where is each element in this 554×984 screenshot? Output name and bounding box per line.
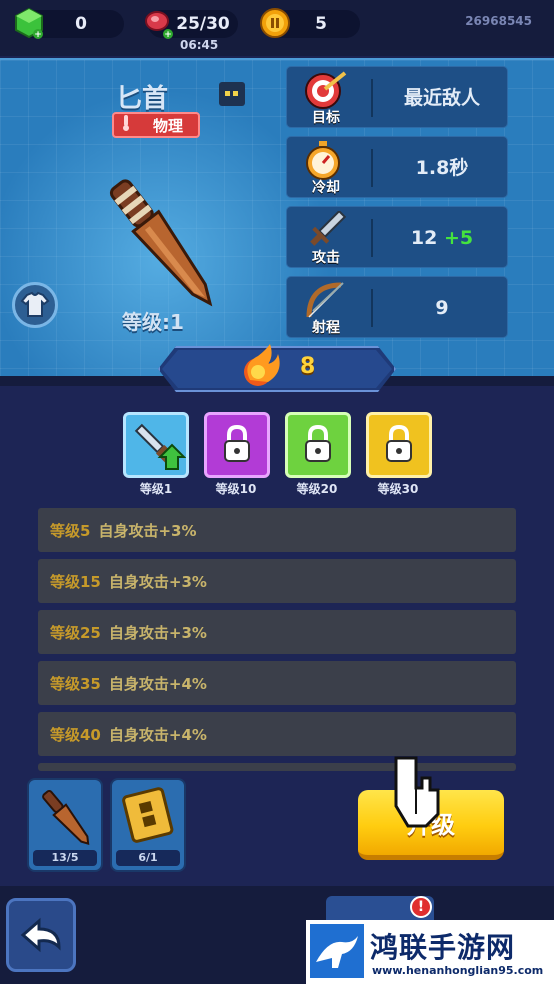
weapon-level: 等级:1 xyxy=(122,310,184,334)
perk-level: 等级5 xyxy=(50,521,91,540)
skin-button[interactable] xyxy=(12,282,58,328)
stat-range: 射程 9 xyxy=(286,276,508,338)
stat-divider xyxy=(371,219,373,257)
stopwatch-icon xyxy=(306,141,340,180)
perk-text: 自身攻击+3% xyxy=(98,521,197,540)
lock-icon xyxy=(386,424,412,462)
scroll-icon xyxy=(122,787,174,843)
perk-level: 等级40 xyxy=(50,725,101,744)
stat-label: 冷却 xyxy=(312,180,340,196)
sword-icon xyxy=(310,211,347,246)
damage-type-label: 物理 xyxy=(152,116,183,135)
attack-bonus: +5 xyxy=(443,227,474,249)
meat-plus-icon: + xyxy=(145,11,173,40)
thermometer-icon xyxy=(114,114,138,136)
stat-divider xyxy=(371,149,373,187)
coin-icon xyxy=(260,8,290,38)
perk-row: 等级40 自身攻击+4% xyxy=(38,712,516,756)
stat-target: 目标 最近敌人 xyxy=(286,66,508,128)
stat-divider xyxy=(371,289,373,327)
dagger-icon xyxy=(109,179,213,307)
user-id: 26968545 xyxy=(465,14,532,28)
stat-divider xyxy=(371,79,373,117)
perk-text: 自身攻击+4% xyxy=(108,725,207,744)
more-info-icon[interactable] xyxy=(219,82,245,106)
skill-slot-10[interactable] xyxy=(204,412,270,478)
energy-counter[interactable]: + 25/30 xyxy=(145,10,238,40)
top-status-bar: + 0 + 25/30 06:45 5 26968545 xyxy=(0,0,554,56)
perk-text: 自身攻击+3% xyxy=(108,623,207,642)
weapon-card-dagger[interactable]: 13/5 xyxy=(27,778,103,872)
back-button[interactable] xyxy=(6,898,76,972)
stat-label: 攻击 xyxy=(312,250,340,266)
perk-text: 自身攻击+4% xyxy=(108,674,207,693)
perk-level: 等级15 xyxy=(50,572,101,591)
stat-attack: 攻击 12 +5 xyxy=(286,206,508,268)
stat-value: 9 xyxy=(435,297,449,319)
gem-plus-icon: + xyxy=(15,7,43,40)
stat-label: 目标 xyxy=(312,110,340,126)
perk-level: 等级35 xyxy=(50,674,101,693)
perk-row: 等级5 自身攻击+3% xyxy=(38,508,516,552)
skill-20-label: 等级20 xyxy=(296,482,338,496)
coin-counter[interactable]: 5 xyxy=(260,8,360,38)
dagger-skill-icon xyxy=(134,423,187,470)
watermark: 鸿联手游网 www.henanhonglian95.com xyxy=(306,920,554,984)
stat-label: 射程 xyxy=(312,320,340,336)
bow-icon xyxy=(306,282,344,318)
svg-text:+: + xyxy=(34,30,42,40)
perk-row: 等级25 自身攻击+3% xyxy=(38,610,516,654)
skill-30-label: 等级30 xyxy=(377,482,419,496)
stat-value: 12 +5 xyxy=(377,207,507,269)
perk-row: 等级15 自身攻击+3% xyxy=(38,559,516,603)
energy-timer: 06:45 xyxy=(180,38,219,52)
stat-value: 1.8秒 xyxy=(415,157,469,179)
stats-list: 目标 最近敌人 冷却 1.8秒 攻击 12 +5 射程 9 xyxy=(286,66,508,346)
attack-base: 12 xyxy=(410,227,438,249)
damage-type-tag: 物理 xyxy=(112,112,200,138)
skill-10-label: 等级10 xyxy=(215,482,257,496)
stat-value: 最近敌人 xyxy=(403,87,480,109)
target-icon xyxy=(305,71,347,109)
back-arrow-icon xyxy=(20,917,61,953)
shirt-icon xyxy=(20,291,50,317)
card-count: 13/5 xyxy=(33,850,97,866)
perk-level: 等级25 xyxy=(50,623,101,642)
watermark-url: www.henanhonglian95.com xyxy=(372,964,544,977)
skill-slot-30[interactable] xyxy=(366,412,432,478)
perk-row: 等级35 自身攻击+4% xyxy=(38,661,516,705)
weapon-name: 匕首 xyxy=(116,84,169,114)
gem-counter[interactable]: + 0 xyxy=(15,7,124,40)
skill-1-label: 等级1 xyxy=(139,482,173,496)
fire-count: 8 xyxy=(300,354,316,379)
skill-slot-1[interactable] xyxy=(123,412,189,478)
weapon-panel: 匕首 物理 等级:1 目标 最近敌人 冷却 1.8秒 攻击 12 +5 射程 9 xyxy=(0,58,554,376)
dagger-icon xyxy=(42,790,90,845)
perk-text: 自身攻击+3% xyxy=(108,572,207,591)
card-count: 6/1 xyxy=(116,850,180,866)
svg-text:+: + xyxy=(164,30,172,40)
fire-orb-icon xyxy=(244,344,280,386)
notification-badge: ! xyxy=(410,896,432,918)
pointing-hand-icon xyxy=(394,756,440,828)
skill-slot-20[interactable] xyxy=(285,412,351,478)
lock-icon xyxy=(224,424,250,462)
weapon-card-scroll[interactable]: 6/1 xyxy=(110,778,186,872)
watermark-title: 鸿联手游网 xyxy=(370,931,516,964)
watermark-logo xyxy=(310,924,364,978)
stat-cooldown: 冷却 1.8秒 xyxy=(286,136,508,198)
lock-icon xyxy=(305,424,331,462)
